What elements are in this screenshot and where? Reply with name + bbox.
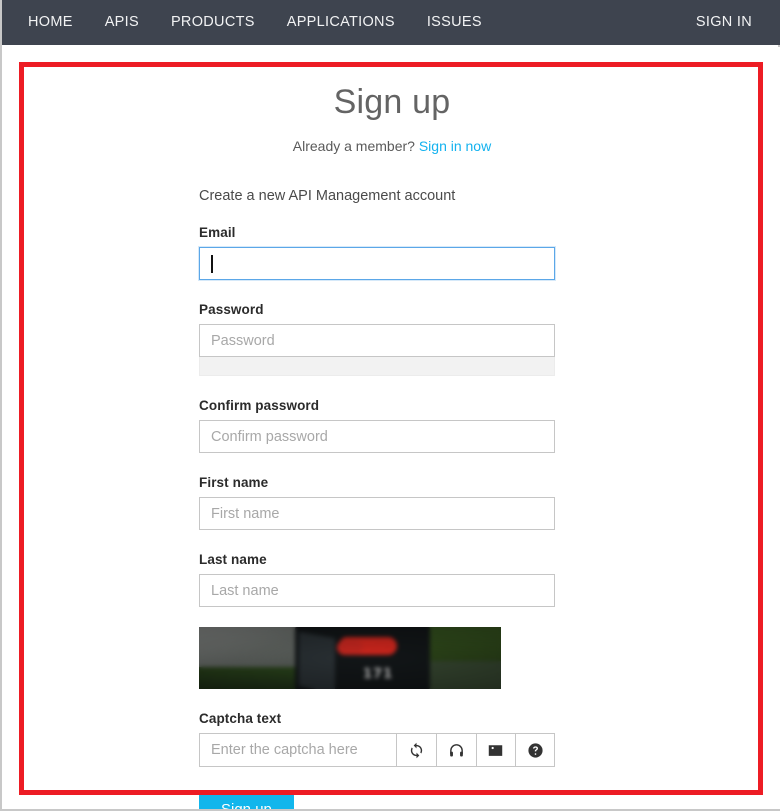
field-group-captcha: Captcha text xyxy=(199,711,555,767)
field-group-first-name: First name xyxy=(199,475,555,530)
password-input[interactable] xyxy=(199,324,555,357)
captcha-audio-button[interactable] xyxy=(435,733,476,767)
captcha-image: 171 xyxy=(199,627,501,689)
confirm-password-label: Confirm password xyxy=(199,398,320,413)
nav-item-products[interactable]: PRODUCTS xyxy=(155,0,271,45)
sign-in-prompt-text: Already a member? xyxy=(292,138,415,154)
question-circle-icon xyxy=(527,742,544,759)
form-intro-text: Create a new API Management account xyxy=(199,188,456,204)
refresh-icon xyxy=(408,742,425,759)
text-cursor xyxy=(211,255,213,273)
password-label: Password xyxy=(199,302,264,317)
nav-links-group: HOME APIS PRODUCTS APPLICATIONS ISSUES xyxy=(12,0,498,45)
captcha-refresh-button[interactable] xyxy=(396,733,436,767)
captcha-image-button[interactable] xyxy=(475,733,516,767)
first-name-input[interactable] xyxy=(199,497,555,530)
last-name-label: Last name xyxy=(199,552,267,567)
field-group-email: Email xyxy=(199,225,555,280)
email-label: Email xyxy=(199,225,236,240)
sign-in-now-link[interactable]: Sign in now xyxy=(419,138,491,154)
page-content: Sign up Already a member? Sign in now Cr… xyxy=(4,47,780,809)
password-strength-meter xyxy=(199,357,555,376)
field-group-password: Password xyxy=(199,302,555,376)
browser-page-frame: HOME APIS PRODUCTS APPLICATIONS ISSUES S… xyxy=(0,0,780,811)
confirm-password-input[interactable] xyxy=(199,420,555,453)
headphones-icon xyxy=(448,742,465,759)
nav-item-sign-in[interactable]: SIGN IN xyxy=(680,0,768,45)
sign-up-button[interactable]: Sign up xyxy=(199,791,294,809)
top-navigation-bar: HOME APIS PRODUCTS APPLICATIONS ISSUES S… xyxy=(2,0,780,45)
email-input-shell xyxy=(199,247,555,280)
nav-item-applications[interactable]: APPLICATIONS xyxy=(271,0,411,45)
page-title: Sign up xyxy=(333,83,451,121)
field-group-last-name: Last name xyxy=(199,552,555,607)
last-name-input[interactable] xyxy=(199,574,555,607)
captcha-image-vignette xyxy=(199,627,501,689)
email-input[interactable] xyxy=(199,247,555,280)
captcha-input-row xyxy=(199,733,555,767)
signup-form: Create a new API Management account Emai… xyxy=(199,154,555,809)
captcha-help-button[interactable] xyxy=(515,733,555,767)
sign-in-prompt: Already a member? Sign in now xyxy=(4,138,780,154)
nav-item-apis[interactable]: APIS xyxy=(89,0,155,45)
image-icon xyxy=(487,742,504,759)
nav-item-home[interactable]: HOME xyxy=(12,0,89,45)
first-name-label: First name xyxy=(199,475,269,490)
captcha-label: Captcha text xyxy=(199,711,282,726)
nav-right-group: SIGN IN xyxy=(680,0,780,45)
field-group-confirm-password: Confirm password xyxy=(199,398,555,453)
nav-item-issues[interactable]: ISSUES xyxy=(411,0,498,45)
captcha-input[interactable] xyxy=(199,733,396,767)
